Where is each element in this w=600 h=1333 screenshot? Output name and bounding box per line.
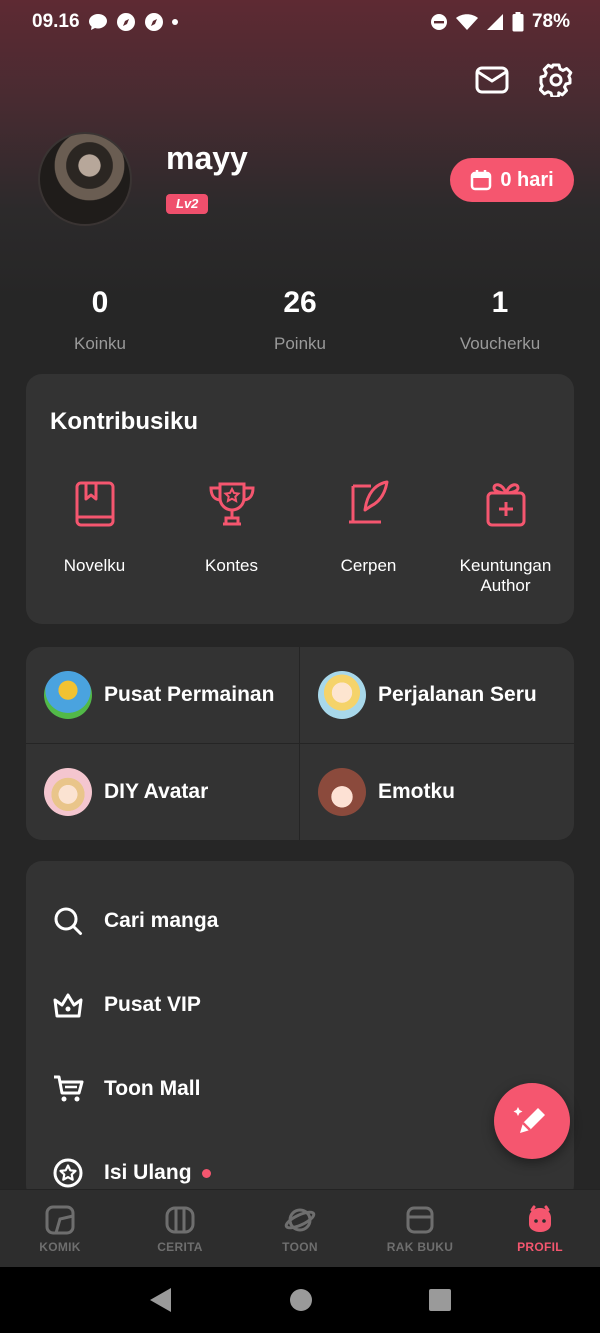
feature-label: Perjalanan Seru (378, 683, 537, 706)
compass-icon-2 (144, 13, 163, 31)
contrib-label: Novelku (63, 556, 126, 575)
status-time: 09.16 (32, 11, 80, 32)
bookshelf-icon (406, 1206, 434, 1233)
contrib-label: Keuntungan Author (459, 556, 552, 595)
chat-bubble-icon (88, 14, 107, 30)
contributions-title: Kontribusiku (50, 408, 198, 435)
contrib-kontes[interactable]: Kontes (163, 478, 300, 596)
divider (26, 743, 574, 744)
stat-value: 1 (491, 286, 509, 319)
feature-label: Pusat Permainan (104, 683, 275, 706)
stat-label: Voucherku (459, 334, 541, 353)
dnd-icon (430, 14, 447, 30)
nav-label: PROFIL (517, 1239, 563, 1254)
feature-game-center[interactable]: Pusat Permainan (26, 647, 300, 743)
menu-top-up[interactable]: Isi Ulang (52, 1157, 211, 1189)
new-indicator-dot (201, 1168, 211, 1178)
nav-label: RAK BUKU (386, 1239, 454, 1254)
contrib-label: Kontes (205, 556, 258, 575)
menu-vip-center[interactable]: Pusat VIP (52, 989, 201, 1021)
calendar-icon (471, 170, 492, 191)
quill-icon (348, 480, 388, 524)
avatar[interactable] (38, 132, 132, 226)
profile-header: mayy Lv2 0 hari (38, 132, 578, 228)
checkin-label: 0 hari (500, 168, 554, 191)
nav-rak-buku[interactable]: RAK BUKU (360, 1190, 480, 1267)
nav-label: KOMIK (39, 1239, 81, 1254)
stat-coins[interactable]: 0 Koinku (0, 286, 200, 354)
stat-vouchers[interactable]: 1 Voucherku (400, 286, 600, 354)
features-card: Pusat Permainan Perjalanan Seru DIY Avat… (26, 647, 574, 840)
stat-label: Koinku (74, 334, 126, 353)
menu-card: Cari manga Pusat VIP Toon Mall Isi Ulang (26, 861, 574, 1201)
menu-search-manga[interactable]: Cari manga (52, 905, 218, 937)
contributions-card: Kontribusiku Novelku Kontes Cerpen Keunt… (26, 374, 574, 624)
stats-row: 0 Koinku 26 Poinku 1 Voucherku (0, 286, 600, 354)
stat-value: 26 (283, 286, 317, 319)
search-icon (54, 907, 82, 935)
planet-icon (284, 1208, 316, 1231)
username: mayy (166, 140, 248, 176)
stat-value: 0 (91, 286, 109, 319)
feature-emotku[interactable]: Emotku (300, 744, 574, 840)
nav-label: TOON (282, 1239, 318, 1254)
contrib-cerpen[interactable]: Cerpen (300, 478, 437, 596)
story-book-icon (165, 1206, 195, 1233)
write-fab[interactable] (494, 1083, 570, 1159)
fun-journey-thumbnail (318, 671, 366, 719)
gear-icon (539, 63, 573, 97)
gift-icon (486, 483, 525, 527)
status-bar: 09.16 78% (0, 0, 600, 44)
contrib-label: Cerpen (340, 556, 397, 575)
envelope-icon (475, 66, 509, 94)
feature-label: Emotku (378, 780, 456, 803)
trophy-icon (208, 482, 255, 526)
stat-points[interactable]: 26 Poinku (200, 286, 400, 354)
compass-icon (116, 13, 135, 31)
nav-profil[interactable]: PROFIL (480, 1190, 600, 1267)
cart-icon (54, 1075, 84, 1102)
nav-label: CERITA (157, 1239, 203, 1254)
signal-icon (486, 14, 503, 30)
home-icon[interactable] (288, 1287, 314, 1313)
bottom-nav: KOMIK CERITA TOON RAK BUKU PROFIL (0, 1189, 600, 1267)
menu-label: Toon Mall (104, 1077, 201, 1100)
back-icon[interactable] (147, 1286, 175, 1314)
system-nav-bar (0, 1267, 600, 1333)
comic-icon (45, 1205, 75, 1234)
menu-label: Isi Ulang (104, 1161, 192, 1184)
wifi-icon (455, 14, 478, 30)
battery-icon (512, 12, 524, 32)
nav-komik[interactable]: KOMIK (0, 1190, 120, 1267)
book-icon (75, 481, 114, 527)
notification-dot (171, 19, 178, 25)
pencil-icon (513, 1107, 545, 1133)
recents-icon[interactable] (427, 1287, 453, 1313)
game-center-thumbnail (44, 671, 92, 719)
feature-fun-journey[interactable]: Perjalanan Seru (300, 647, 574, 743)
nav-cerita[interactable]: CERITA (120, 1190, 240, 1267)
nav-toon[interactable]: TOON (240, 1190, 360, 1267)
contrib-novelku[interactable]: Novelku (26, 478, 163, 596)
crown-icon (53, 993, 83, 1018)
feature-diy-avatar[interactable]: DIY Avatar (26, 744, 300, 840)
mail-button[interactable] (474, 62, 510, 98)
stat-label: Poinku (274, 334, 326, 353)
diy-avatar-thumbnail (44, 768, 92, 816)
contrib-author[interactable]: Keuntungan Author (437, 478, 574, 596)
feature-label: DIY Avatar (104, 780, 209, 803)
battery-percent: 78% (531, 11, 570, 32)
menu-label: Pusat VIP (104, 993, 201, 1016)
checkin-button[interactable]: 0 hari (450, 158, 574, 202)
star-coin-icon (53, 1158, 83, 1188)
menu-label: Cari manga (104, 909, 219, 932)
settings-button[interactable] (538, 62, 574, 98)
level-badge: Lv2 (166, 194, 209, 214)
menu-toon-mall[interactable]: Toon Mall (52, 1073, 200, 1105)
emotku-thumbnail (318, 768, 366, 816)
profile-face-icon (529, 1205, 551, 1232)
